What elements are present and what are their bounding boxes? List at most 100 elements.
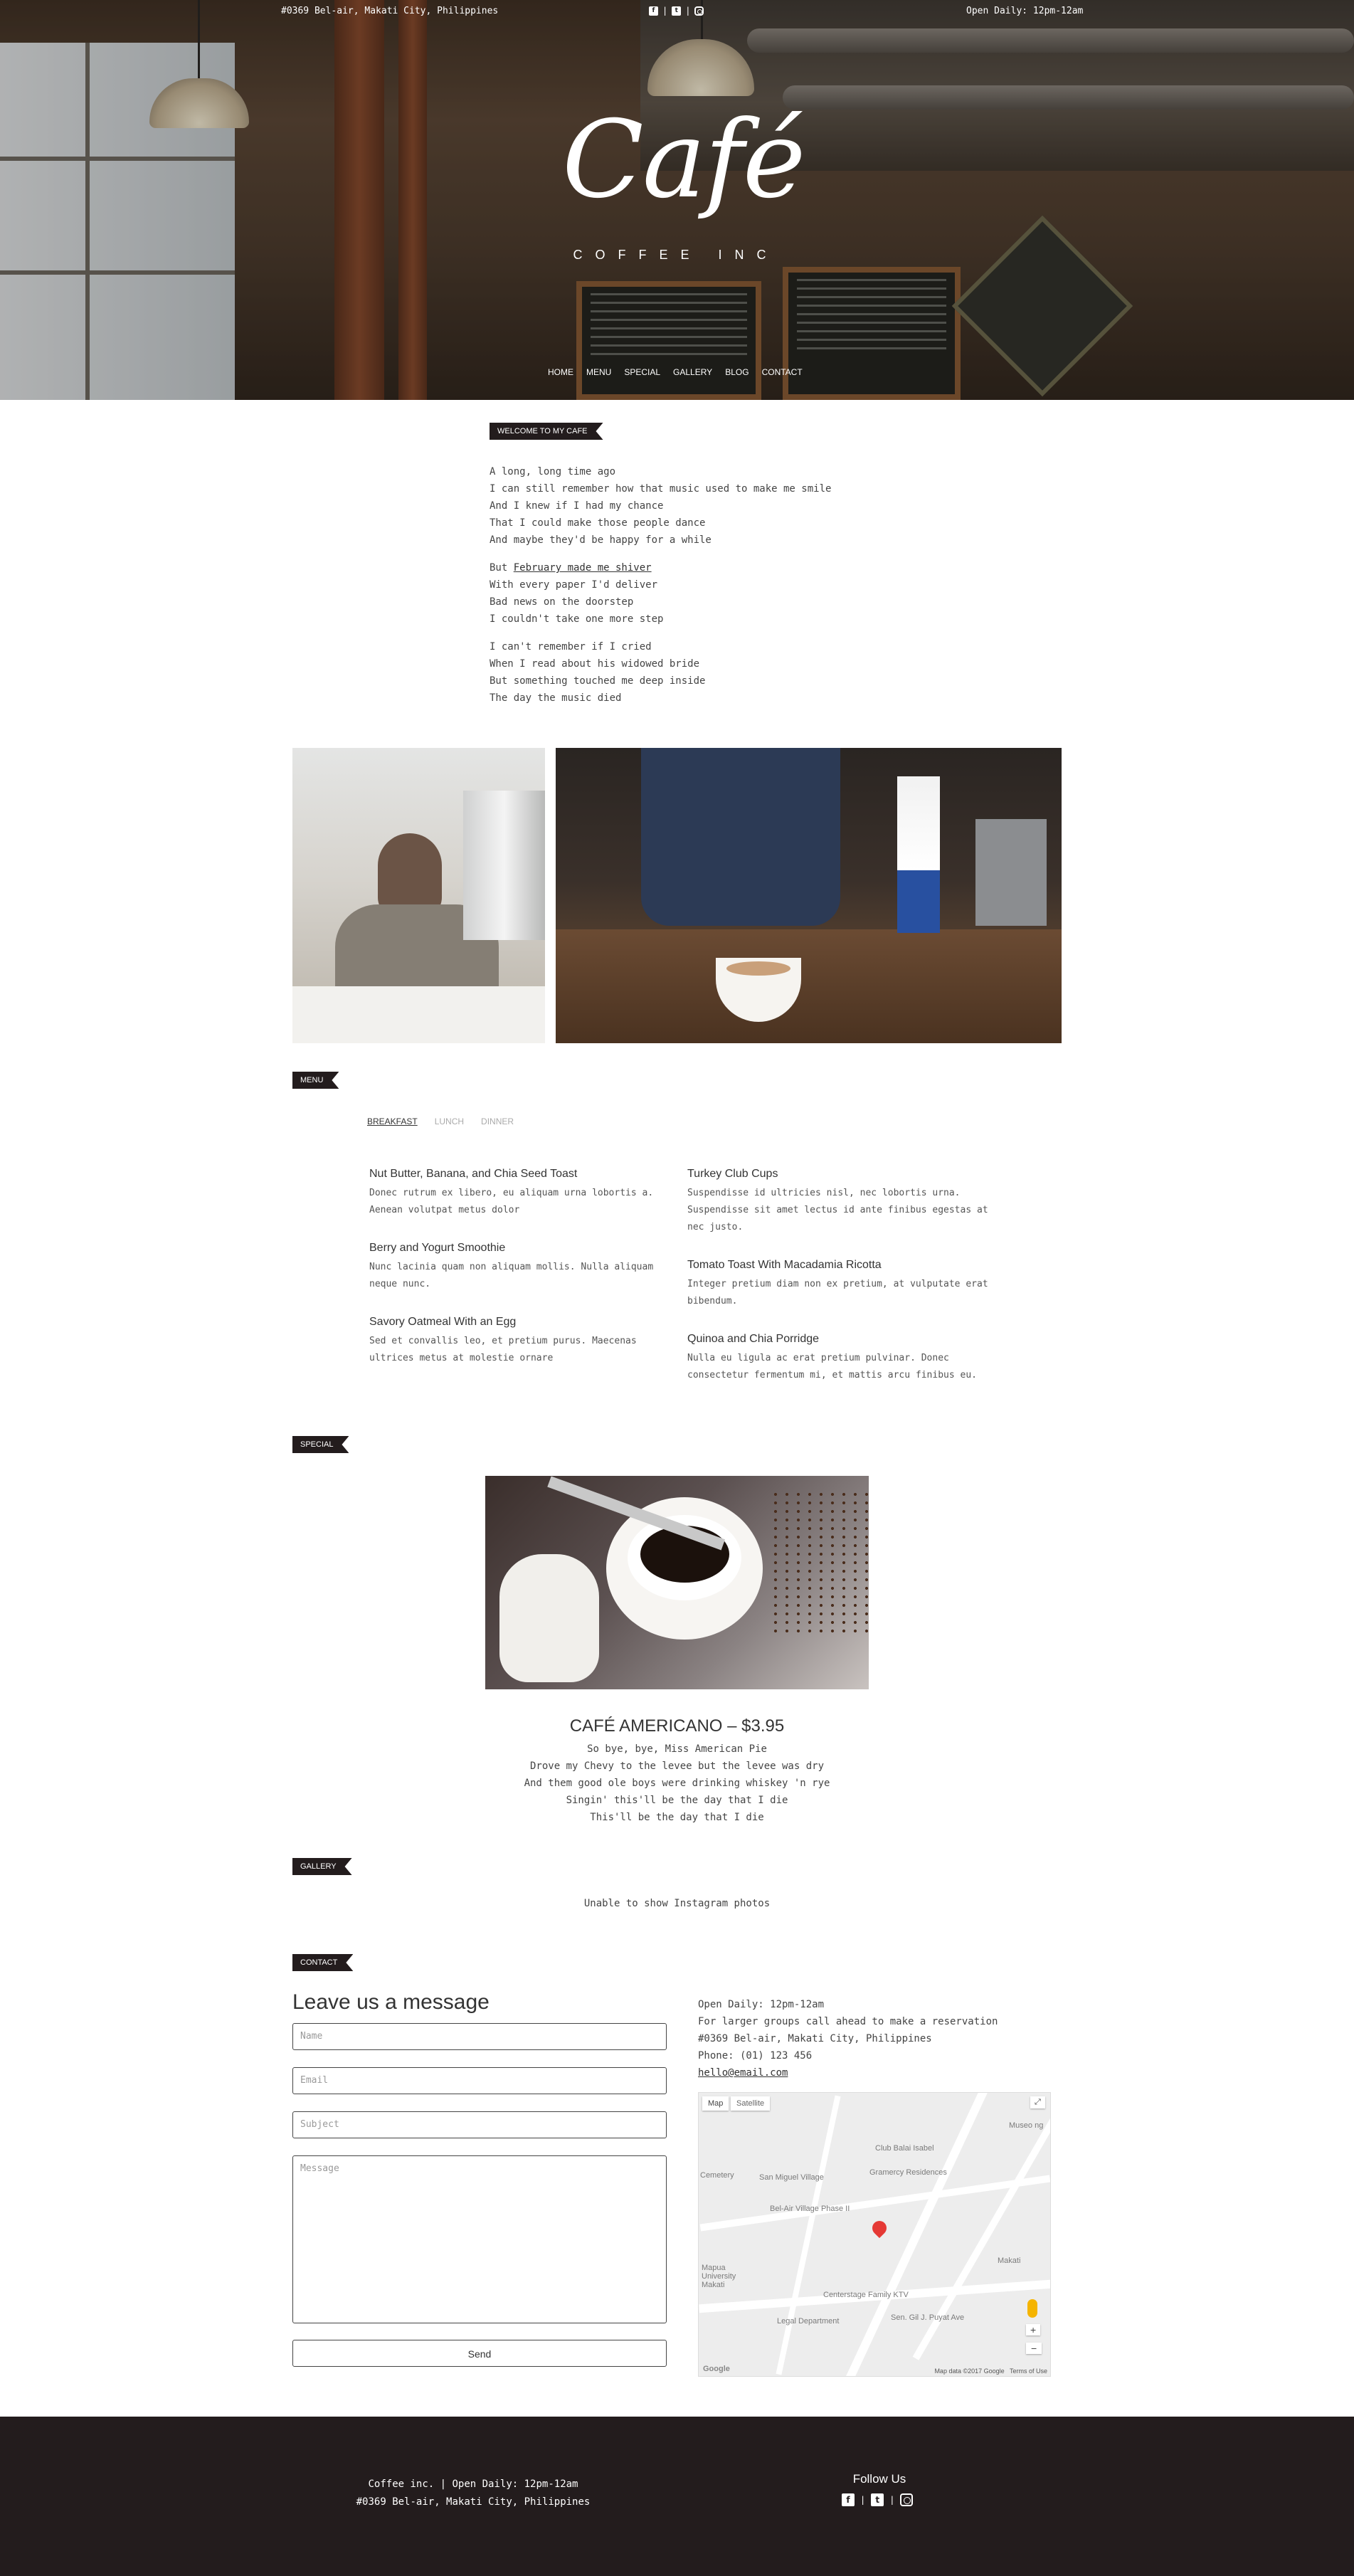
poem-link[interactable]: February made me shiver [514,562,652,574]
menu-item: Berry and Yogurt Smoothie Nunc lacinia q… [369,1242,682,1293]
welcome-tag: WELCOME TO MY CAFE [490,423,603,440]
twitter-icon[interactable]: t [672,6,682,16]
barista-photo [292,748,545,1043]
satellite-view-button[interactable]: Satellite [731,2096,771,2111]
menu-item: Savory Oatmeal With an Egg Sed et conval… [369,1316,682,1367]
separator: | [889,2495,895,2505]
poem-line: When I read about his widowed bride [490,658,700,670]
info-line: For larger groups call ahead to make a r… [698,2016,998,2027]
map-label: Legal Department [777,2317,840,2326]
poem-line: But February made me shiver [490,559,663,576]
menu-item-name: Turkey Club Cups [687,1168,778,1180]
top-bar: #0369 Bel-air, Makati City, Philippines … [0,6,1354,20]
map-view-button[interactable]: Map [702,2096,729,2111]
facebook-icon[interactable]: f [649,6,658,16]
nav-home[interactable]: HOME [548,367,573,377]
info-line: #0369 Bel-air, Makati City, Philippines [698,2033,932,2044]
nav-blog[interactable]: BLOG [725,367,749,377]
special-tag: SPECIAL [292,1436,349,1453]
menu-item-name: Quinoa and Chia Porridge [687,1333,820,1345]
name-field[interactable]: Name [292,2023,667,2050]
map-label: Sen. Gil J. Puyat Ave [891,2313,965,2322]
nav-special[interactable]: SPECIAL [624,367,660,377]
message-field[interactable]: Message [292,2155,667,2323]
main-nav: HOME MENU SPECIAL GALLERY BLOG CONTACT [548,367,803,377]
menu-item-desc: Suspendisse id ultricies nisl, nec lobor… [687,1188,988,1232]
zoom-out-button[interactable]: − [1026,2343,1042,2354]
welcome-stanza-1: A long, long time ago I can still rememb… [490,463,831,549]
special-line: This'll be the day that I die [590,1812,764,1823]
site-tagline: COFFEE INC [573,248,779,262]
twitter-icon[interactable]: t [871,2493,884,2506]
menu-item: Turkey Club Cups Suspendisse id ultricie… [687,1168,1000,1236]
facebook-icon[interactable]: f [842,2493,855,2506]
info-line: Open Daily: 12pm-12am [698,1999,825,2010]
contact-heading: Leave us a message [292,1990,490,2014]
nav-gallery[interactable]: GALLERY [673,367,712,377]
map-label: Makati [998,2256,1021,2265]
map-label: Club Balai Isabel [875,2144,934,2153]
menu-item-desc: Donec rutrum ex libero, eu aliquam urna … [369,1188,654,1215]
nav-contact[interactable]: CONTACT [762,367,803,377]
map-terms-link[interactable]: Terms of Use [1010,2368,1047,2375]
instagram-icon[interactable] [694,6,704,16]
subject-field[interactable]: Subject [292,2111,667,2138]
email-field[interactable]: Email [292,2067,667,2094]
separator: | [860,2495,866,2505]
poem-line: That I could make those people dance [490,517,706,529]
menu-item-desc: Integer pretium diam non ex pretium, at … [687,1279,988,1307]
gallery-tag: GALLERY [292,1858,352,1875]
latte-pour-photo [556,748,1062,1043]
menu-item-desc: Nulla eu ligula ac erat pretium pulvinar… [687,1353,977,1381]
footer-line: Coffee inc. | Open Daily: 12pm-12am [368,2479,578,2490]
map-label: Cemetery [700,2171,734,2180]
map-label: San Miguel Village [759,2173,824,2182]
welcome-stanza-2: But February made me shiver With every p… [490,559,663,628]
separator: | [685,6,691,16]
poem-line: I couldn't take one more step [490,613,664,625]
contact-tag: CONTACT [292,1954,353,1971]
instagram-icon[interactable] [900,2493,914,2506]
menu-item: Quinoa and Chia Porridge Nulla eu ligula… [687,1333,1000,1384]
nav-menu[interactable]: MENU [586,367,611,377]
follow-us-heading: Follow Us [852,2472,906,2486]
map-pin-icon[interactable] [869,2217,890,2239]
poem-line: I can't remember if I cried [490,641,652,653]
menu-item-desc: Nunc lacinia quam non aliquam mollis. Nu… [369,1262,654,1289]
contact-info: Open Daily: 12pm-12am For larger groups … [698,1996,998,2081]
map-attribution: Map data ©2017 Google Terms of Use [934,2368,1047,2375]
special-coffee-photo [485,1476,869,1689]
fullscreen-icon[interactable]: ⤢ [1030,2096,1045,2108]
menu-item: Nut Butter, Banana, and Chia Seed Toast … [369,1168,682,1219]
location-map[interactable]: Map Satellite ⤢ Club Balai Isabel San Mi… [698,2092,1051,2377]
welcome-stanza-3: I can't remember if I cried When I read … [490,638,705,707]
poem-line: But something touched me deep inside [490,675,706,687]
email-link[interactable]: hello@email.com [698,2064,998,2081]
site-footer: Coffee inc. | Open Daily: 12pm-12am #036… [0,2417,1354,2576]
separator: | [662,6,668,16]
tab-breakfast[interactable]: BREAKFAST [367,1117,418,1126]
zoom-in-button[interactable]: + [1026,2324,1041,2335]
poem-line: And maybe they'd be happy for a while [490,534,712,546]
top-social-links: f | t | [649,6,704,16]
google-logo: Google [703,2365,730,2373]
send-button[interactable]: Send [292,2340,667,2367]
menu-tabs: BREAKFAST LUNCH DINNER [367,1117,514,1126]
map-label: Museo ng [1009,2121,1044,2130]
menu-tag: MENU [292,1072,339,1089]
poem-line: I can still remember how that music used… [490,483,832,495]
map-label: Gramercy Residences [869,2168,947,2177]
top-address: #0369 Bel-air, Makati City, Philippines [281,6,499,16]
special-description: So bye, bye, Miss American Pie Drove my … [0,1741,1354,1826]
tab-lunch[interactable]: LUNCH [435,1117,464,1126]
poem-line: With every paper I'd deliver [490,579,658,591]
site-logo[interactable]: Café [562,107,806,213]
poem-prefix: But [490,562,514,574]
poem-line: A long, long time ago [490,466,616,477]
map-label: Bel-Air Village Phase II [770,2205,850,2213]
special-line: Singin' this'll be the day that I die [566,1795,788,1806]
top-hours: Open Daily: 12pm-12am [966,6,1084,16]
tab-dinner[interactable]: DINNER [481,1117,514,1126]
pegman-icon[interactable] [1027,2299,1037,2318]
footer-line: #0369 Bel-air, Makati City, Philippines [356,2496,591,2508]
